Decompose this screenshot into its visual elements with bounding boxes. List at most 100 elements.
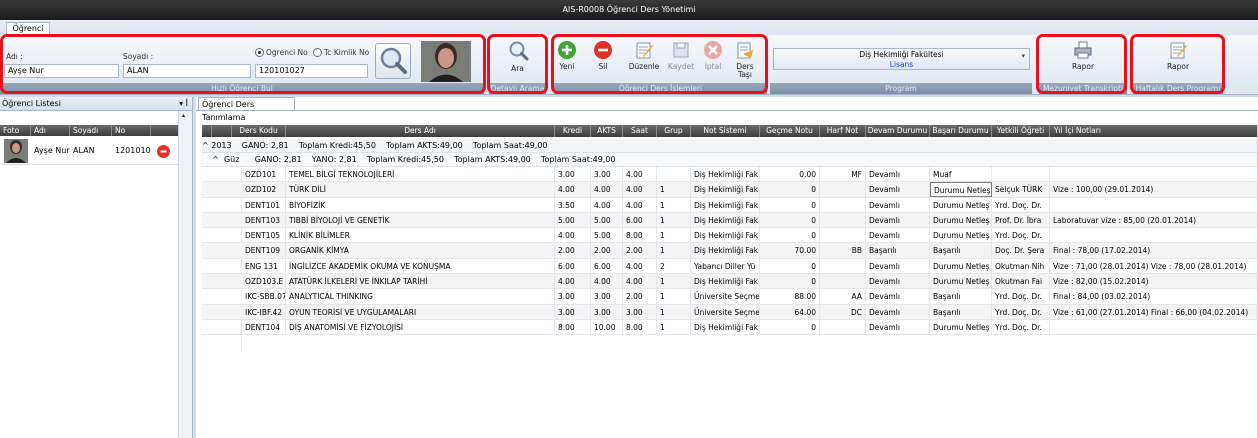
cell-devam-durumu[interactable]: Başarılı [866,243,930,259]
cell-saat[interactable]: 2.00 [623,289,657,305]
cell-kredi[interactable]: 2.00 [555,243,591,259]
cell-basari-durumu[interactable]: Başarılı [930,243,992,259]
col-saat[interactable]: Saat [623,125,657,137]
cell-yetkili[interactable]: Yrd. Doç. Dr. [992,197,1050,213]
cell-harf-not[interactable] [820,258,866,274]
col-grup[interactable]: Grup [657,125,691,137]
cell-harf-not[interactable] [820,274,866,290]
col-yil-ici-notlari[interactable]: Yıl İçi Notları [1050,125,1258,137]
cell-ders-adi[interactable]: TEMEL BİLGİ TEKNOLOJİLERİ [286,167,555,182]
cell-akts[interactable]: 5.00 [591,228,623,244]
table-row[interactable]: DENT105 KLİNİK BİLİMLER 4.00 5.00 8.00 1 Diş H… [202,228,1258,244]
cell-yetkili[interactable]: Selçuk TÜRK [992,182,1050,198]
cell-saat[interactable]: 4.00 [623,258,657,274]
cell-devam-durumu[interactable]: Devamlı [866,258,930,274]
cell-not-sistemi[interactable]: Diş Hekimliği Fak [691,182,760,198]
table-row[interactable]: DENT104 DİŞ ANATOMİSİ VE FİZYOLOJİSİ 8.00 1… [202,319,1258,336]
cell-basari-durumu[interactable]: Durumu Netleş [930,182,992,198]
cell-ders-kodu[interactable]: IKC-SBB.07 [242,289,286,305]
cell-gecme-notu[interactable]: 70.00 [760,243,820,259]
cell-kredi[interactable]: 3.50 [555,197,591,213]
cell-yetkili[interactable]: Yrd. Doç. Dr. [992,289,1050,305]
col-foto[interactable]: Foto [0,125,31,136]
cell-ders-adi[interactable]: TIBBİ BİYOLOJİ VE GENETİK [286,212,555,228]
cell-yil-ici-notlari[interactable] [1050,228,1258,244]
cell-grup[interactable] [657,167,691,182]
cell-yetkili[interactable]: Doç. Dr. Şera [992,243,1050,259]
cell-not-sistemi[interactable]: Diş Hekimliği Fak [691,228,760,244]
cell-akts[interactable]: 2.00 [591,243,623,259]
cell-grup[interactable]: 1 [657,319,691,335]
cell-grup[interactable]: 1 [657,212,691,228]
cell-gecme-notu[interactable]: 0 [760,258,820,274]
cell-gecme-notu[interactable]: 0 [760,197,820,213]
cell-grup[interactable]: 2 [657,258,691,274]
col-soyadi[interactable]: Soyadı [70,125,112,136]
cell-kredi[interactable]: 3.00 [555,304,591,320]
col-ders-kodu[interactable]: Ders Kodu [232,125,286,137]
cell-yil-ici-notlari[interactable]: Vize : 100,00 (29.01.2014) [1050,182,1258,198]
cell-grup[interactable]: 1 [657,304,691,320]
cell-ders-adi[interactable]: ATATÜRK İLKELERİ VE İNKILAP TARİHİ [286,274,555,290]
cell-kredi[interactable]: 4.00 [555,228,591,244]
cell-akts[interactable]: 5.00 [591,212,623,228]
cell-yil-ici-notlari[interactable]: Vize : 71,00 (28.01.2014) Vize : 78,00 (… [1050,258,1258,274]
cell-devam-durumu[interactable]: Devamlı [866,274,930,290]
cell-not-sistemi[interactable]: Diş Hekimliği Fak [691,197,760,213]
cell-ders-kodu[interactable]: DENT109 [242,243,286,259]
table-row[interactable]: DENT101 BİYOFİZİK 3.50 4.00 4.00 1 Diş Hekimli… [202,197,1258,213]
col-devam-durumu[interactable]: Devam Durumu [866,125,930,137]
cell-akts[interactable]: 4.00 [591,274,623,290]
col-ders-adi[interactable]: Ders Adı [286,125,555,137]
cell-ders-kodu[interactable]: OZD102 [242,182,286,198]
cell-not-sistemi[interactable]: Üniversite Seçme [691,304,760,320]
cell-yetkili[interactable]: Okutman Nih [992,258,1050,274]
cell-saat[interactable]: 8.00 [623,319,657,335]
cell-yil-ici-notlari[interactable] [1050,167,1258,182]
cell-ders-adi[interactable]: TÜRK DİLİ [286,182,555,198]
cell-saat[interactable]: 2.00 [623,243,657,259]
cell-ders-adi[interactable]: BİYOFİZİK [286,197,555,213]
cell-grup[interactable]: 1 [657,197,691,213]
cell-devam-durumu[interactable]: Devamlı [866,304,930,320]
col-adi[interactable]: Adı [31,125,70,136]
cell-ders-adi[interactable]: DİŞ ANATOMİSİ VE FİZYOLOJİSİ [286,319,555,335]
cell-harf-not[interactable] [820,228,866,244]
cell-harf-not[interactable]: MF [820,167,866,182]
cell-akts[interactable]: 3.00 [591,167,623,182]
cell-grup[interactable]: 1 [657,228,691,244]
cell-devam-durumu[interactable]: Devamlı [866,182,930,198]
cell-devam-durumu[interactable]: Devamlı [866,319,930,335]
cell-ders-adi[interactable]: İNGİLİZCE AKADEMİK OKUMA VE KONUŞMA [286,258,555,274]
cell-basari-durumu[interactable]: Durumu Netleş [930,212,992,228]
cell-yetkili[interactable] [992,167,1050,182]
cell-kredi[interactable]: 6.00 [555,258,591,274]
cell-basari-durumu[interactable]: Durumu Netleş [930,258,992,274]
cell-yil-ici-notlari[interactable]: Laboratuvar vize : 85,00 (20.01.2014) [1050,212,1258,228]
student-row[interactable]: Ayşe Nur ALAN 1201010 [0,137,178,165]
cell-basari-durumu[interactable]: Muaf [930,167,992,182]
cell-not-sistemi[interactable]: Diş Hekimliği Fak [691,167,760,182]
cell-not-sistemi[interactable]: Diş Hekimliği Fak [691,212,760,228]
cell-gecme-notu[interactable]: 88.00 [760,289,820,305]
cell-gecme-notu[interactable]: 64.00 [760,304,820,320]
cell-kredi[interactable]: 8.00 [555,319,591,335]
cell-basari-durumu[interactable]: Başarılı [930,289,992,305]
cell-harf-not[interactable]: AA [820,289,866,305]
student-list-scrollbar[interactable]: ▴ [178,111,192,438]
cell-harf-not[interactable] [820,319,866,335]
cell-akts[interactable]: 4.00 [591,182,623,198]
cell-akts[interactable]: 6.00 [591,258,623,274]
cell-harf-not[interactable]: DC [820,304,866,320]
cell-ders-adi[interactable]: OYUN TEORİSİ VE UYGULAMALARI [286,304,555,320]
cell-not-sistemi[interactable]: Diş Hekimliği Fak [691,243,760,259]
col-akts[interactable]: AKTS [591,125,623,137]
cell-devam-durumu[interactable]: Devamlı [866,228,930,244]
cell-ders-adi[interactable]: KLİNİK BİLİMLER [286,228,555,244]
cell-saat[interactable]: 8.00 [623,228,657,244]
table-row[interactable]: ENG 131 İNGİLİZCE AKADEMİK OKUMA VE KONUŞ… [202,258,1258,275]
cell-gecme-notu[interactable]: 0 [760,319,820,335]
cell-devam-durumu[interactable]: Devamlı [866,212,930,228]
cell-yil-ici-notlari[interactable] [1050,319,1258,335]
col-basari-durumu[interactable]: Başarı Durumu [930,125,992,137]
